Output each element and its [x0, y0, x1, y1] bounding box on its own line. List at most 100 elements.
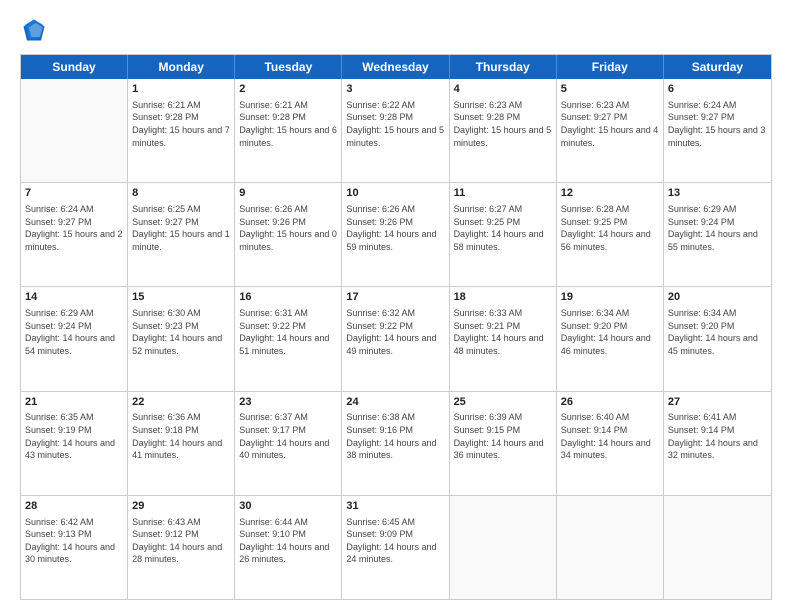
calendar-cell: 31 Sunrise: 6:45 AMSunset: 9:09 PMDaylig… [342, 496, 449, 599]
cell-details: Sunrise: 6:31 AMSunset: 9:22 PMDaylight:… [239, 307, 337, 357]
day-number: 29 [132, 499, 230, 514]
cell-details: Sunrise: 6:23 AMSunset: 9:28 PMDaylight:… [454, 99, 552, 149]
calendar-cell: 1 Sunrise: 6:21 AMSunset: 9:28 PMDayligh… [128, 79, 235, 182]
calendar: SundayMondayTuesdayWednesdayThursdayFrid… [20, 54, 772, 600]
day-number: 7 [25, 186, 123, 201]
calendar-cell: 3 Sunrise: 6:22 AMSunset: 9:28 PMDayligh… [342, 79, 449, 182]
cell-details: Sunrise: 6:27 AMSunset: 9:25 PMDaylight:… [454, 203, 552, 253]
calendar-cell [21, 79, 128, 182]
cell-details: Sunrise: 6:42 AMSunset: 9:13 PMDaylight:… [25, 516, 123, 566]
day-header-friday: Friday [557, 55, 664, 79]
calendar-cell: 8 Sunrise: 6:25 AMSunset: 9:27 PMDayligh… [128, 183, 235, 286]
calendar-cell: 30 Sunrise: 6:44 AMSunset: 9:10 PMDaylig… [235, 496, 342, 599]
calendar-cell: 23 Sunrise: 6:37 AMSunset: 9:17 PMDaylig… [235, 392, 342, 495]
logo-icon [20, 16, 48, 44]
cell-details: Sunrise: 6:23 AMSunset: 9:27 PMDaylight:… [561, 99, 659, 149]
day-header-tuesday: Tuesday [235, 55, 342, 79]
calendar-cell: 27 Sunrise: 6:41 AMSunset: 9:14 PMDaylig… [664, 392, 771, 495]
calendar-cell: 24 Sunrise: 6:38 AMSunset: 9:16 PMDaylig… [342, 392, 449, 495]
day-number: 13 [668, 186, 767, 201]
calendar-cell: 22 Sunrise: 6:36 AMSunset: 9:18 PMDaylig… [128, 392, 235, 495]
day-number: 18 [454, 290, 552, 305]
calendar-cell: 20 Sunrise: 6:34 AMSunset: 9:20 PMDaylig… [664, 287, 771, 390]
day-header-saturday: Saturday [664, 55, 771, 79]
calendar-week-3: 14 Sunrise: 6:29 AMSunset: 9:24 PMDaylig… [21, 287, 771, 391]
cell-details: Sunrise: 6:26 AMSunset: 9:26 PMDaylight:… [346, 203, 444, 253]
cell-details: Sunrise: 6:33 AMSunset: 9:21 PMDaylight:… [454, 307, 552, 357]
day-number: 22 [132, 395, 230, 410]
calendar-cell: 9 Sunrise: 6:26 AMSunset: 9:26 PMDayligh… [235, 183, 342, 286]
cell-details: Sunrise: 6:26 AMSunset: 9:26 PMDaylight:… [239, 203, 337, 253]
cell-details: Sunrise: 6:22 AMSunset: 9:28 PMDaylight:… [346, 99, 444, 149]
day-number: 9 [239, 186, 337, 201]
day-number: 2 [239, 82, 337, 97]
calendar-week-5: 28 Sunrise: 6:42 AMSunset: 9:13 PMDaylig… [21, 496, 771, 599]
cell-details: Sunrise: 6:30 AMSunset: 9:23 PMDaylight:… [132, 307, 230, 357]
calendar-cell: 19 Sunrise: 6:34 AMSunset: 9:20 PMDaylig… [557, 287, 664, 390]
day-number: 20 [668, 290, 767, 305]
day-header-thursday: Thursday [450, 55, 557, 79]
cell-details: Sunrise: 6:29 AMSunset: 9:24 PMDaylight:… [668, 203, 767, 253]
cell-details: Sunrise: 6:34 AMSunset: 9:20 PMDaylight:… [561, 307, 659, 357]
header [20, 16, 772, 44]
day-number: 23 [239, 395, 337, 410]
day-number: 6 [668, 82, 767, 97]
calendar-cell: 21 Sunrise: 6:35 AMSunset: 9:19 PMDaylig… [21, 392, 128, 495]
cell-details: Sunrise: 6:29 AMSunset: 9:24 PMDaylight:… [25, 307, 123, 357]
cell-details: Sunrise: 6:39 AMSunset: 9:15 PMDaylight:… [454, 411, 552, 461]
cell-details: Sunrise: 6:21 AMSunset: 9:28 PMDaylight:… [132, 99, 230, 149]
day-header-sunday: Sunday [21, 55, 128, 79]
cell-details: Sunrise: 6:28 AMSunset: 9:25 PMDaylight:… [561, 203, 659, 253]
day-number: 12 [561, 186, 659, 201]
calendar-cell: 25 Sunrise: 6:39 AMSunset: 9:15 PMDaylig… [450, 392, 557, 495]
cell-details: Sunrise: 6:25 AMSunset: 9:27 PMDaylight:… [132, 203, 230, 253]
calendar-cell: 2 Sunrise: 6:21 AMSunset: 9:28 PMDayligh… [235, 79, 342, 182]
day-number: 16 [239, 290, 337, 305]
calendar-header: SundayMondayTuesdayWednesdayThursdayFrid… [21, 55, 771, 79]
calendar-cell: 28 Sunrise: 6:42 AMSunset: 9:13 PMDaylig… [21, 496, 128, 599]
day-number: 25 [454, 395, 552, 410]
day-number: 11 [454, 186, 552, 201]
day-number: 28 [25, 499, 123, 514]
cell-details: Sunrise: 6:32 AMSunset: 9:22 PMDaylight:… [346, 307, 444, 357]
cell-details: Sunrise: 6:24 AMSunset: 9:27 PMDaylight:… [668, 99, 767, 149]
calendar-week-2: 7 Sunrise: 6:24 AMSunset: 9:27 PMDayligh… [21, 183, 771, 287]
day-number: 8 [132, 186, 230, 201]
cell-details: Sunrise: 6:40 AMSunset: 9:14 PMDaylight:… [561, 411, 659, 461]
day-number: 4 [454, 82, 552, 97]
cell-details: Sunrise: 6:45 AMSunset: 9:09 PMDaylight:… [346, 516, 444, 566]
day-number: 27 [668, 395, 767, 410]
calendar-week-4: 21 Sunrise: 6:35 AMSunset: 9:19 PMDaylig… [21, 392, 771, 496]
calendar-cell: 15 Sunrise: 6:30 AMSunset: 9:23 PMDaylig… [128, 287, 235, 390]
calendar-body: 1 Sunrise: 6:21 AMSunset: 9:28 PMDayligh… [21, 79, 771, 599]
day-number: 15 [132, 290, 230, 305]
calendar-cell [557, 496, 664, 599]
calendar-cell: 14 Sunrise: 6:29 AMSunset: 9:24 PMDaylig… [21, 287, 128, 390]
calendar-cell: 16 Sunrise: 6:31 AMSunset: 9:22 PMDaylig… [235, 287, 342, 390]
calendar-cell: 6 Sunrise: 6:24 AMSunset: 9:27 PMDayligh… [664, 79, 771, 182]
calendar-cell: 7 Sunrise: 6:24 AMSunset: 9:27 PMDayligh… [21, 183, 128, 286]
calendar-cell: 11 Sunrise: 6:27 AMSunset: 9:25 PMDaylig… [450, 183, 557, 286]
cell-details: Sunrise: 6:24 AMSunset: 9:27 PMDaylight:… [25, 203, 123, 253]
day-number: 5 [561, 82, 659, 97]
day-number: 3 [346, 82, 444, 97]
cell-details: Sunrise: 6:41 AMSunset: 9:14 PMDaylight:… [668, 411, 767, 461]
cell-details: Sunrise: 6:36 AMSunset: 9:18 PMDaylight:… [132, 411, 230, 461]
calendar-cell: 10 Sunrise: 6:26 AMSunset: 9:26 PMDaylig… [342, 183, 449, 286]
calendar-cell: 4 Sunrise: 6:23 AMSunset: 9:28 PMDayligh… [450, 79, 557, 182]
cell-details: Sunrise: 6:37 AMSunset: 9:17 PMDaylight:… [239, 411, 337, 461]
calendar-cell: 12 Sunrise: 6:28 AMSunset: 9:25 PMDaylig… [557, 183, 664, 286]
day-number: 26 [561, 395, 659, 410]
cell-details: Sunrise: 6:38 AMSunset: 9:16 PMDaylight:… [346, 411, 444, 461]
cell-details: Sunrise: 6:43 AMSunset: 9:12 PMDaylight:… [132, 516, 230, 566]
page: SundayMondayTuesdayWednesdayThursdayFrid… [0, 0, 792, 612]
day-number: 17 [346, 290, 444, 305]
calendar-cell [664, 496, 771, 599]
cell-details: Sunrise: 6:21 AMSunset: 9:28 PMDaylight:… [239, 99, 337, 149]
calendar-cell: 18 Sunrise: 6:33 AMSunset: 9:21 PMDaylig… [450, 287, 557, 390]
day-number: 1 [132, 82, 230, 97]
day-number: 24 [346, 395, 444, 410]
calendar-cell: 17 Sunrise: 6:32 AMSunset: 9:22 PMDaylig… [342, 287, 449, 390]
day-number: 14 [25, 290, 123, 305]
calendar-cell: 26 Sunrise: 6:40 AMSunset: 9:14 PMDaylig… [557, 392, 664, 495]
